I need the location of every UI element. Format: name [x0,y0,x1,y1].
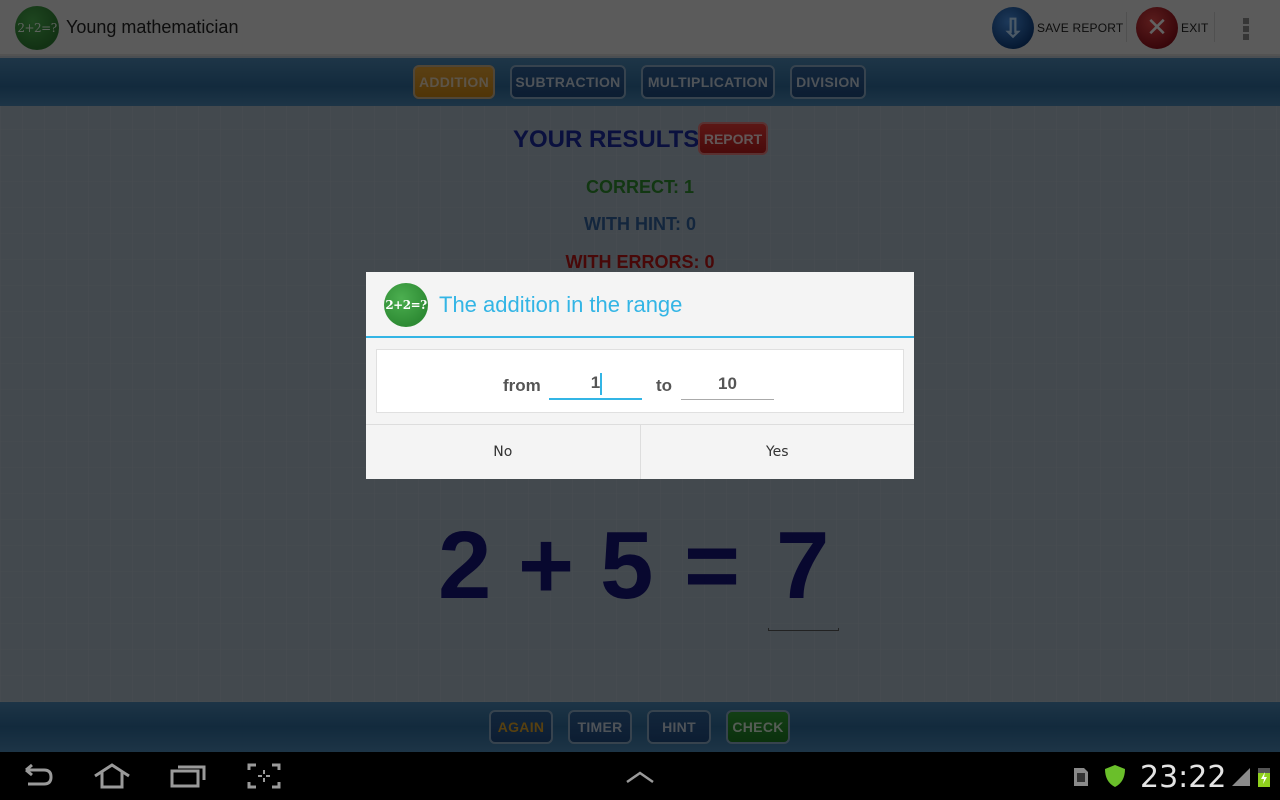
no-button[interactable]: No [366,425,640,479]
dialog-buttons: No Yes [366,424,914,479]
dialog-header: 2+2=? The addition in the range [366,272,914,338]
from-label: from [503,376,541,395]
screenshot-icon[interactable] [244,760,284,792]
home-icon[interactable] [92,760,132,792]
text-cursor [600,373,602,395]
yes-button[interactable]: Yes [639,425,915,479]
to-input[interactable] [681,368,774,400]
from-input[interactable] [549,368,642,400]
back-icon[interactable] [18,760,58,792]
range-dialog: 2+2=? The addition in the range from to … [366,272,914,479]
recent-apps-icon[interactable] [168,760,208,792]
system-nav-bar [0,752,1280,800]
signal-icon [1232,768,1250,786]
clock: 23:22 [1140,760,1227,795]
sd-card-icon [1074,768,1088,786]
security-shield-icon [1105,765,1125,787]
dialog-title: The addition in the range [439,292,683,317]
chevron-up-icon[interactable] [620,760,660,792]
to-label: to [656,376,673,395]
battery-charging-icon [1258,768,1270,787]
dialog-body: from to [376,349,904,413]
dialog-logo-icon: 2+2=? [384,283,428,327]
